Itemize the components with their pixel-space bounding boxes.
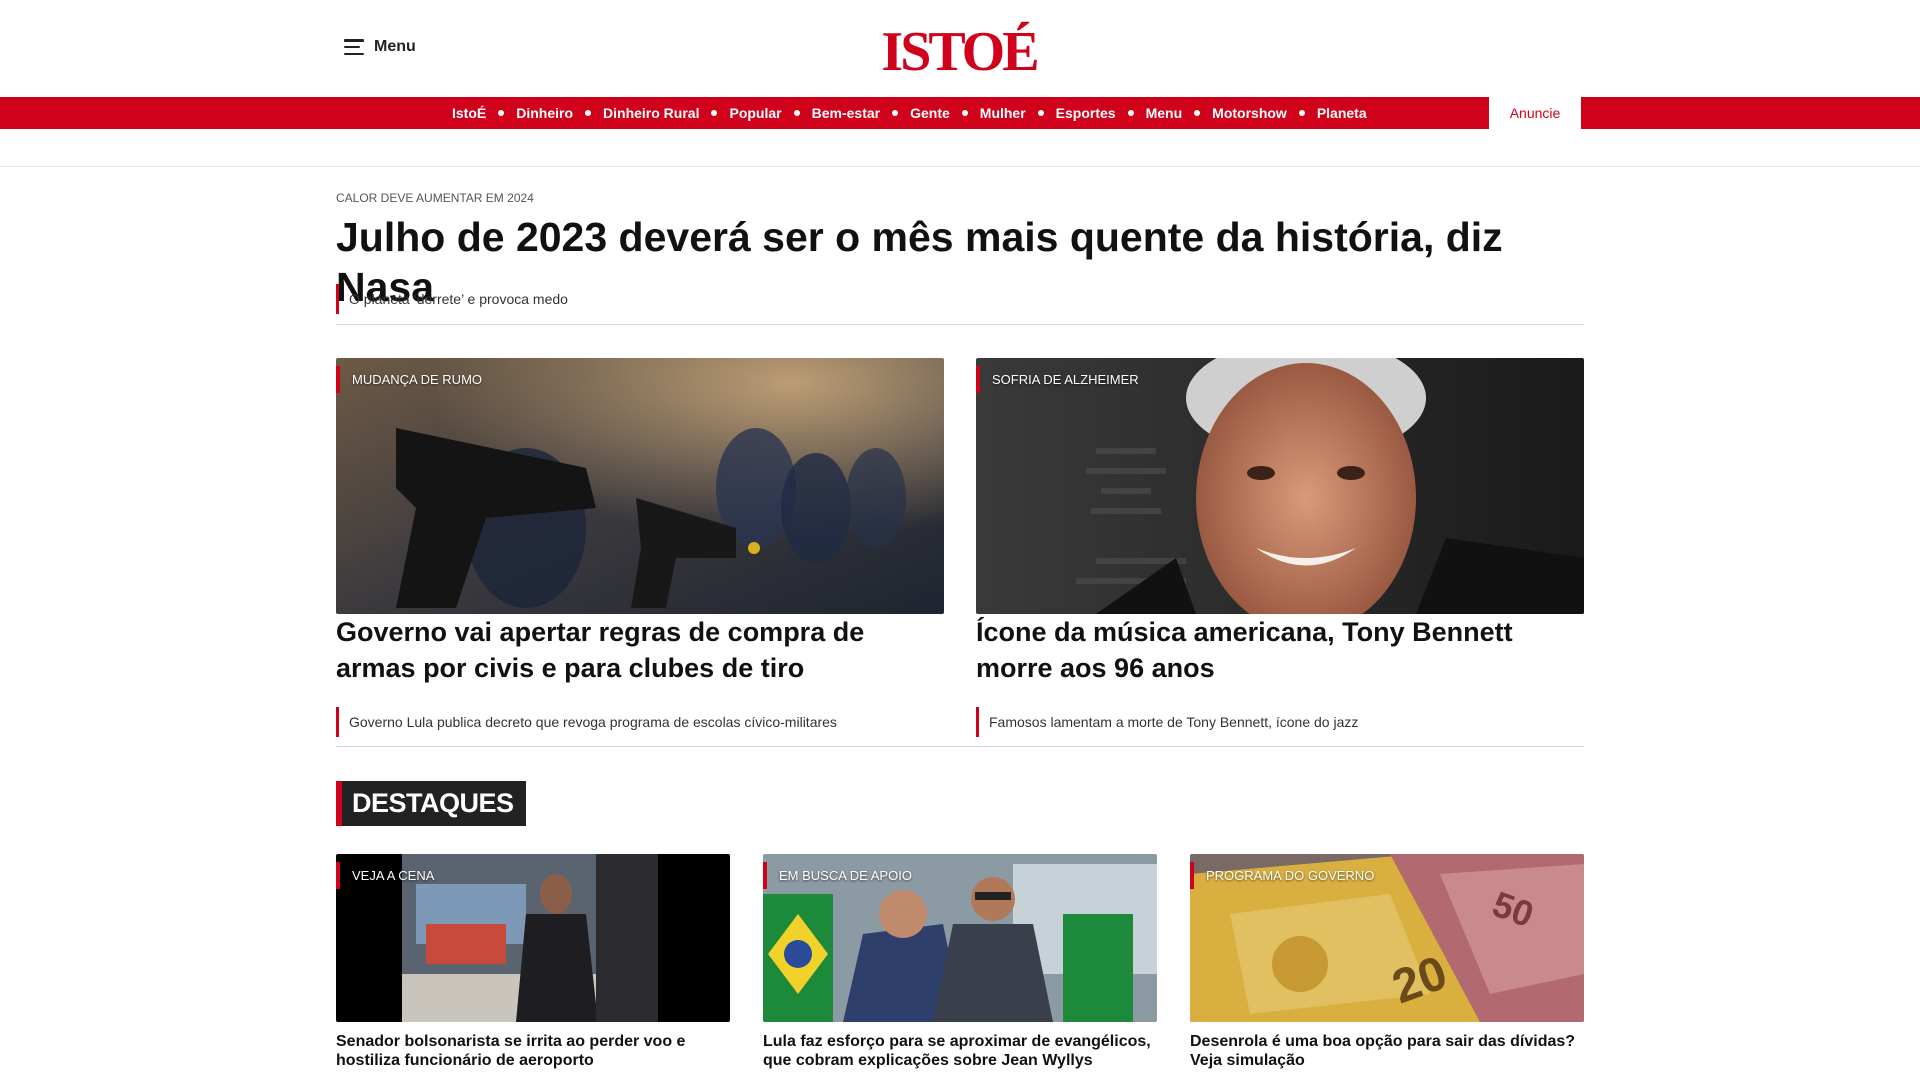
highlight-headline-lula[interactable]: Lula faz esforço para se aproximar de ev… (763, 1032, 1157, 1070)
card-tag: MUDANÇA DE RUMO (336, 366, 494, 393)
nav-separator-dot (793, 110, 800, 116)
featured-related-link[interactable]: Famosos lamentam a morte de Tony Bennett… (976, 707, 1358, 737)
nav-separator-dot (1037, 110, 1044, 116)
nav-item-istoé[interactable]: IstoÉ (452, 105, 486, 121)
nav-item-mulher[interactable]: Mulher (980, 105, 1026, 121)
highlight-image-airport[interactable]: VEJA A CENA (336, 854, 730, 1022)
nav-item-bem-estar[interactable]: Bem-estar (812, 105, 880, 121)
nav-item-planeta[interactable]: Planeta (1317, 105, 1367, 121)
lead-related-link[interactable]: O planeta ‘derrete’ e provoca medo (336, 284, 568, 314)
nav-item-dinheiro-rural[interactable]: Dinheiro Rural (603, 105, 699, 121)
nav-separator-dot (585, 110, 592, 116)
istoe-logo[interactable]: ISTOÉ (872, 18, 1047, 78)
nav-separator-dot (498, 110, 505, 116)
nav-item-dinheiro[interactable]: Dinheiro (516, 105, 573, 121)
divider (336, 324, 1584, 325)
nav-separator-dot (711, 110, 718, 116)
highlight-headline-airport[interactable]: Senador bolsonarista se irrita ao perder… (336, 1032, 730, 1070)
nav-separator-dot (1127, 110, 1134, 116)
anuncie-link[interactable]: Anuncie (1489, 97, 1581, 129)
divider (0, 166, 1920, 167)
featured-related-link[interactable]: Governo Lula publica decreto que revoga … (336, 707, 837, 737)
svg-text:ISTOÉ: ISTOÉ (881, 21, 1037, 78)
highlight-image-money[interactable]: 20 50 PROGRAMA DO GOVERNO (1190, 854, 1584, 1022)
nav-item-menu[interactable]: Menu (1146, 105, 1183, 121)
nav-item-esportes[interactable]: Esportes (1056, 105, 1116, 121)
nav-separator-dot (892, 110, 899, 116)
lead-kicker: CALOR DEVE AUMENTAR EM 2024 (336, 191, 534, 205)
hamburger-icon (344, 39, 364, 55)
highlight-headline-money[interactable]: Desenrola é uma boa opção para sair das … (1190, 1032, 1584, 1070)
highlight-image-lula[interactable]: EM BUSCA DE APOIO (763, 854, 1157, 1022)
nav-item-popular[interactable]: Popular (729, 105, 781, 121)
card-tag: PROGRAMA DO GOVERNO (1190, 862, 1386, 889)
featured-image-guns[interactable]: MUDANÇA DE RUMO (336, 358, 944, 614)
nav-separator-dot (961, 110, 968, 116)
menu-label: Menu (374, 38, 416, 55)
card-tag: VEJA A CENA (336, 862, 446, 889)
nav-separator-dot (1194, 110, 1201, 116)
card-tag: SOFRIA DE ALZHEIMER (976, 366, 1151, 393)
related-marker (336, 707, 339, 737)
featured-headline-tony-bennett[interactable]: Ícone da música americana, Tony Bennett … (976, 614, 1576, 686)
related-text: Governo Lula publica decreto que revoga … (349, 714, 837, 730)
featured-headline-guns[interactable]: Governo vai apertar regras de compra de … (336, 614, 936, 686)
nav-separator-dot (1298, 110, 1305, 116)
section-title-destaques: DESTAQUES (336, 781, 526, 826)
featured-image-tony-bennett[interactable]: SOFRIA DE ALZHEIMER (976, 358, 1584, 614)
nav-items: IstoÉ Dinheiro Dinheiro Rural Popular Bem-es… (452, 97, 1367, 129)
site-header: Menu ISTOÉ (0, 0, 1920, 97)
nav-item-motorshow[interactable]: Motorshow (1212, 105, 1287, 121)
nav-item-gente[interactable]: Gente (910, 105, 950, 121)
related-marker (336, 284, 339, 314)
related-marker (976, 707, 979, 737)
related-text: O planeta ‘derrete’ e provoca medo (349, 291, 568, 307)
divider (336, 746, 1584, 747)
card-tag: EM BUSCA DE APOIO (763, 862, 924, 889)
related-text: Famosos lamentam a morte de Tony Bennett… (989, 714, 1359, 730)
section-title-text: DESTAQUES (352, 788, 514, 818)
menu-button[interactable]: Menu (344, 38, 416, 56)
section-navbar: IstoÉ Dinheiro Dinheiro Rural Popular Bem-es… (0, 97, 1920, 129)
